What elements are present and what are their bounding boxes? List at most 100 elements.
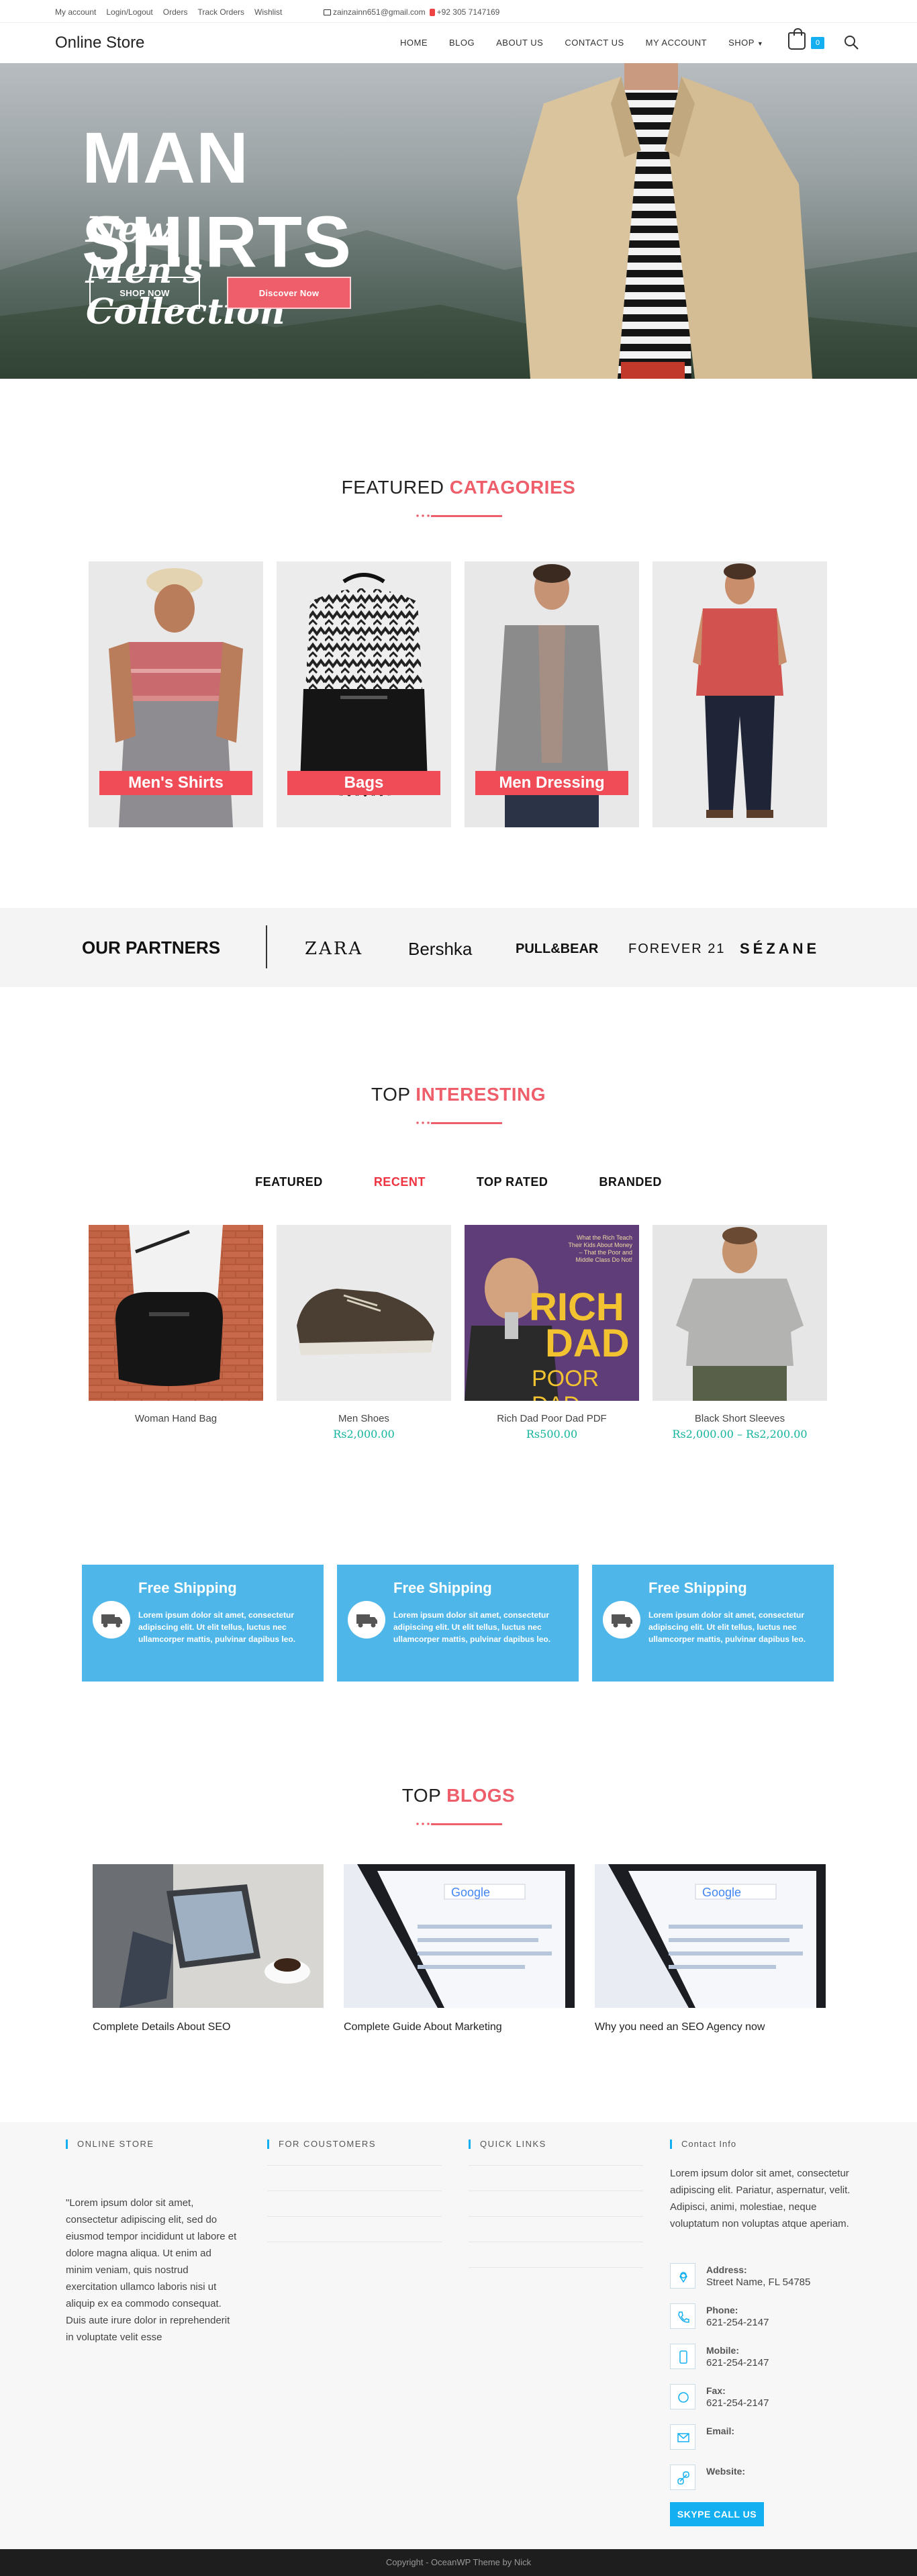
- cart-button[interactable]: 0: [787, 28, 824, 52]
- contact-label: Mobile:: [706, 2345, 739, 2356]
- heading-plain: TOP: [401, 1785, 441, 1806]
- top-link-my-account[interactable]: My account: [55, 7, 96, 17]
- nav-shop[interactable]: SHOP ▼: [718, 38, 774, 48]
- footer-contact-text: Lorem ipsum dolor sit amet, consectetur …: [670, 2168, 851, 2229]
- footer-link-placeholder[interactable]: [469, 2216, 643, 2217]
- heading-plain: TOP: [371, 1084, 411, 1105]
- footer-heading-online-store: ONLINE STORE: [66, 2140, 154, 2149]
- book-title-poor-dad: POOR DAD: [532, 1366, 599, 1401]
- heading-divider: [415, 1120, 502, 1125]
- blog-image[interactable]: [93, 1864, 324, 2008]
- category-card-men-dressing[interactable]: Men Dressing: [465, 561, 639, 827]
- tab-recent[interactable]: RECENT: [348, 1175, 451, 1189]
- blog-image[interactable]: Google: [595, 1864, 826, 2008]
- blog-title[interactable]: Complete Details About SEO: [93, 2021, 230, 2033]
- category-card-fourth[interactable]: [653, 561, 827, 827]
- brand-logo-pull-and-bear[interactable]: PULL&BEAR: [516, 941, 598, 957]
- blog-title[interactable]: Why you need an SEO Agency now: [595, 2021, 765, 2033]
- product-price: Rs500.00: [526, 1428, 578, 1440]
- contact-label: Address:: [706, 2264, 747, 2275]
- hero-banner: MAN SHIRTS New Men's Collection SHOP NOW…: [0, 63, 917, 379]
- product-name[interactable]: Woman Hand Bag: [89, 1413, 263, 1424]
- top-blogs-heading: TOP BLOGS: [0, 1785, 917, 1806]
- feature-title: Free Shipping: [393, 1579, 492, 1596]
- heading-accent: BLOGS: [446, 1785, 516, 1806]
- partners-divider: [266, 925, 267, 968]
- top-link-orders[interactable]: Orders: [163, 7, 188, 17]
- top-link-login-logout[interactable]: Login/Logout: [106, 7, 152, 17]
- tab-featured[interactable]: FEATURED: [230, 1175, 348, 1189]
- contact-label: Email:: [706, 2426, 735, 2436]
- phone-google-image: Google: [595, 1864, 826, 2008]
- site-footer: ONLINE STORE "Lorem ipsum dolor sit amet…: [0, 2122, 917, 2549]
- black-short-sleeves-image: [653, 1225, 827, 1401]
- heading-accent: CATAGORIES: [449, 477, 576, 498]
- skype-call-button[interactable]: SKYPE CALL US: [670, 2502, 764, 2526]
- envelope-icon: [324, 9, 331, 15]
- search-button[interactable]: [843, 34, 859, 50]
- shop-now-button[interactable]: SHOP NOW: [89, 277, 200, 309]
- product-image[interactable]: [277, 1225, 451, 1401]
- mobile-icon: [670, 2344, 695, 2369]
- featured-categories-heading: FEATURED CATAGORIES: [0, 477, 917, 498]
- footer-link-placeholder[interactable]: [267, 2165, 442, 2166]
- footer-link-placeholder[interactable]: [469, 2165, 643, 2166]
- contact-label: Website:: [706, 2466, 746, 2477]
- brand-logo-bershka[interactable]: Bershka: [408, 939, 472, 960]
- blog-title[interactable]: Complete Guide About Marketing: [344, 2021, 502, 2033]
- tab-branded[interactable]: BRANDED: [573, 1175, 687, 1189]
- blog-image[interactable]: Google: [344, 1864, 575, 2008]
- heading-divider: [415, 1821, 502, 1827]
- product-image[interactable]: What the Rich Teach Their Kids About Mon…: [465, 1225, 639, 1401]
- product-image[interactable]: [653, 1225, 827, 1401]
- brand-logo-forever-21[interactable]: FOREVER 21: [628, 941, 725, 957]
- top-link-track-orders[interactable]: Track Orders: [197, 7, 244, 17]
- nav-about-us[interactable]: ABOUT US: [485, 38, 554, 48]
- footer-link-placeholder[interactable]: [469, 2267, 643, 2268]
- product-name[interactable]: Men Shoes: [277, 1413, 451, 1424]
- truck-icon: [603, 1601, 640, 1639]
- brand-logo-zara[interactable]: ZARA: [305, 939, 363, 959]
- email-text: zainzainn651@gmail.com: [333, 7, 426, 17]
- nav-blog[interactable]: BLOG: [438, 38, 485, 48]
- site-header: Online Store HOME BLOG ABOUT US CONTACT …: [0, 23, 917, 63]
- partners-strip: OUR PARTNERS ZARA Bershka PULL&BEAR FORE…: [0, 908, 917, 987]
- tab-top-rated[interactable]: TOP RATED: [451, 1175, 574, 1189]
- footer-heading-contact-info: Contact Info: [670, 2140, 736, 2149]
- shopping-bag-icon: [788, 28, 806, 50]
- footer-about-text: "Lorem ipsum dolor sit amet, consectetur…: [66, 2197, 237, 2343]
- mail-icon: [670, 2424, 695, 2450]
- category-label: Men Dressing: [475, 771, 628, 795]
- top-link-wishlist[interactable]: Wishlist: [254, 7, 282, 17]
- site-logo[interactable]: Online Store: [55, 34, 144, 52]
- map-pin-icon: [670, 2263, 695, 2289]
- feature-box: Free Shipping Lorem ipsum dolor sit amet…: [337, 1565, 579, 1682]
- top-bar-links: My account Login/Logout Orders Track Ord…: [55, 7, 282, 17]
- product-image[interactable]: [89, 1225, 263, 1401]
- nav-my-account[interactable]: MY ACCOUNT: [635, 38, 718, 48]
- category-card-mens-shirts[interactable]: Men's Shirts: [89, 561, 263, 827]
- tablet-desk-image: [93, 1864, 324, 2008]
- phone-contact[interactable]: +92 305 7147169: [429, 7, 499, 17]
- contact-value: 621-254-2147: [706, 2317, 769, 2328]
- feature-box: Free Shipping Lorem ipsum dolor sit amet…: [82, 1565, 324, 1682]
- category-label: Bags: [287, 771, 440, 795]
- nav-home[interactable]: HOME: [389, 38, 438, 48]
- product-name[interactable]: Rich Dad Poor Dad PDF: [465, 1413, 639, 1424]
- contact-label: Phone:: [706, 2305, 738, 2315]
- heading-accent: INTERESTING: [416, 1084, 546, 1105]
- category-card-bags[interactable]: Bags: [277, 561, 451, 827]
- cart-count-badge: 0: [811, 37, 824, 49]
- top-interesting-heading: TOP INTERESTING: [0, 1084, 917, 1105]
- discover-now-button[interactable]: Discover Now: [227, 277, 351, 309]
- footer-link-placeholder[interactable]: [267, 2216, 442, 2217]
- product-name[interactable]: Black Short Sleeves: [653, 1413, 827, 1424]
- contact-value: 621-254-2147: [706, 2397, 769, 2409]
- brand-logo-sezane[interactable]: SÉZANE: [740, 940, 820, 958]
- product-price: Rs2,000.00: [333, 1428, 395, 1440]
- feature-box: Free Shipping Lorem ipsum dolor sit amet…: [592, 1565, 834, 1682]
- nav-contact-us[interactable]: CONTACT US: [554, 38, 634, 48]
- partners-title: OUR PARTNERS: [82, 937, 221, 958]
- svg-text:Google: Google: [702, 1886, 741, 1899]
- email-contact[interactable]: zainzainn651@gmail.com: [324, 7, 426, 17]
